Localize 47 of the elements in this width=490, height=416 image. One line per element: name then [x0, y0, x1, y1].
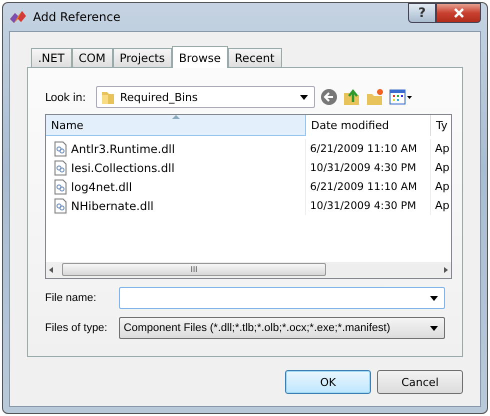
column-header[interactable]: Name	[46, 115, 306, 136]
tab[interactable]: .NET	[31, 48, 72, 67]
caret-icon	[300, 94, 308, 100]
help-button[interactable]: ?	[408, 3, 436, 23]
tab[interactable]: Projects	[112, 48, 172, 67]
dll-file-icon	[54, 140, 67, 156]
close-icon	[452, 8, 464, 18]
date-modified: 10/31/2009 4:30 PM	[310, 200, 416, 212]
column-header[interactable]: Ty	[431, 115, 451, 136]
file-name-label: File name:	[45, 292, 98, 304]
date-modified: 10/31/2009 4:30 PM	[310, 162, 416, 174]
back-icon[interactable]	[320, 88, 338, 106]
type-cell: Ap	[435, 180, 450, 193]
file-name[interactable]: Antlr3.Runtime.dll	[71, 142, 175, 156]
column-header[interactable]: Date modified	[306, 115, 431, 136]
dll-file-icon	[54, 160, 67, 176]
new-folder-icon[interactable]	[366, 88, 384, 106]
view-menu-icon[interactable]	[389, 88, 413, 106]
cancel-button[interactable]: Cancel	[377, 370, 463, 394]
file-name[interactable]: log4net.dll	[71, 180, 132, 194]
tab[interactable]: COM	[72, 48, 113, 67]
caret-icon	[430, 296, 438, 300]
date-modified: 6/21/2009 11:10 AM	[310, 180, 418, 192]
folder-icon	[101, 89, 115, 105]
file-name[interactable]: Iesi.Collections.dll	[71, 160, 175, 174]
dll-file-icon	[54, 198, 67, 214]
caret-icon	[430, 326, 438, 330]
type-cell: Ap	[435, 161, 450, 174]
window-title: Add Reference	[33, 10, 120, 24]
look-in-dropdown[interactable]: Required_Bins	[96, 86, 315, 108]
type-cell: Ap	[435, 142, 450, 155]
sort-arrow-icon	[172, 115, 180, 119]
type-cell: Ap	[435, 199, 450, 212]
dll-file-icon	[54, 178, 67, 194]
file-name-field[interactable]	[118, 287, 445, 309]
app-logo-icon	[9, 10, 27, 24]
date-modified: 6/21/2009 11:10 AM	[310, 142, 418, 154]
ok-button[interactable]: OK	[285, 370, 371, 394]
tab[interactable]: Browse	[172, 46, 228, 68]
up-folder-icon[interactable]	[343, 88, 361, 106]
tab[interactable]: Recent	[228, 48, 282, 67]
files-of-type-dropdown[interactable]: Component Files (*.dll;*.tlb;*.olb;*.ocx;*.exe;*.manifest)	[118, 317, 445, 339]
close-button[interactable]	[436, 3, 481, 23]
files-of-type-label: Files of type:	[45, 322, 108, 334]
look-in-label: Look in:	[45, 90, 87, 104]
scroll-thumb[interactable]: III	[62, 263, 326, 276]
file-name[interactable]: NHibernate.dll	[71, 198, 154, 212]
